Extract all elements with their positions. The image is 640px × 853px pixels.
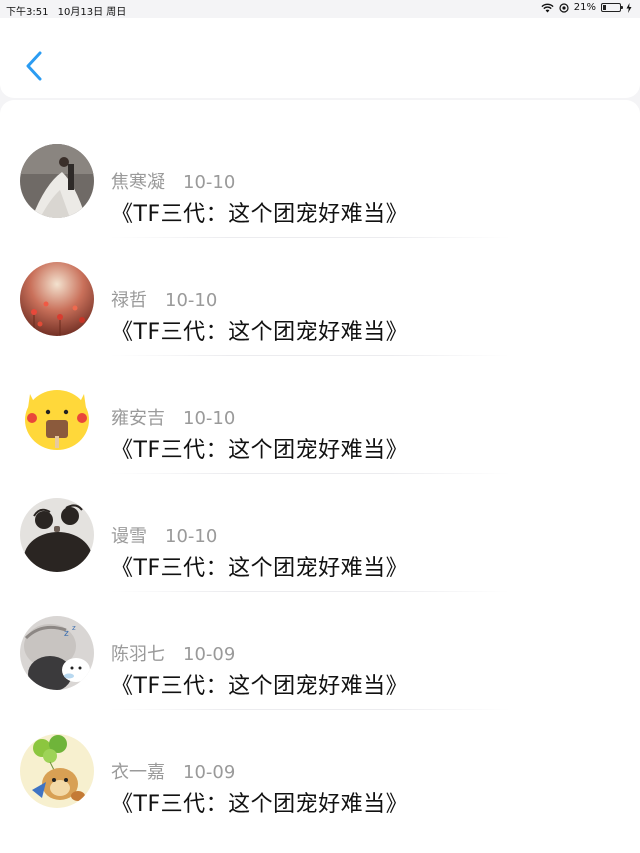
avatar-balloon-cartoon xyxy=(20,734,94,808)
author-name[interactable]: 雍安吉 xyxy=(111,408,165,429)
battery-level xyxy=(603,5,606,10)
work-title[interactable]: 《TF三代：这个团宠好难当》 xyxy=(111,786,408,818)
avatar-bride-photo xyxy=(20,144,94,218)
author-name[interactable]: 陈羽七 xyxy=(111,644,165,665)
avatar-red-flowers xyxy=(20,262,94,336)
avatar-yellow-cartoon xyxy=(20,380,94,454)
avatar[interactable] xyxy=(20,262,94,336)
author-name[interactable]: 焦寒凝 xyxy=(111,172,165,193)
comment-date: 10-10 xyxy=(183,172,236,193)
navigation-bar xyxy=(0,18,640,98)
list-item[interactable]: 谩雪 10-10 《TF三代：这个团宠好难当》 xyxy=(0,474,640,592)
comment-date: 10-09 xyxy=(183,762,236,783)
avatar[interactable] xyxy=(20,380,94,454)
author-name[interactable]: 衣一嘉 xyxy=(111,762,165,783)
comment-meta: 衣一嘉 10-09 xyxy=(111,758,235,784)
comment-meta: 禄哲 10-10 xyxy=(111,286,217,312)
comment-meta: 陈羽七 10-09 xyxy=(111,640,235,666)
comment-date: 10-09 xyxy=(183,644,236,665)
avatar[interactable] xyxy=(20,144,94,218)
list-item[interactable]: 禄哲 10-10 《TF三代：这个团宠好难当》 xyxy=(0,238,640,356)
author-name[interactable]: 禄哲 xyxy=(111,290,147,311)
back-button[interactable] xyxy=(16,46,52,86)
comment-list: 焦寒凝 10-10 《TF三代：这个团宠好难当》 禄哲 10-10 《TF三代：… xyxy=(0,100,640,853)
list-item[interactable]: 雍安吉 10-10 《TF三代：这个团宠好难当》 xyxy=(0,356,640,474)
battery-icon xyxy=(601,3,623,12)
charging-icon xyxy=(626,2,632,13)
author-name[interactable]: 谩雪 xyxy=(111,526,147,547)
avatar[interactable]: z z xyxy=(20,616,94,690)
status-left: 下午3:51 10月13日 周日 xyxy=(6,3,132,18)
comment-meta: 雍安吉 10-10 xyxy=(111,404,235,430)
list-item[interactable]: z z 陈羽七 10-09 《TF三代：这个团宠好难当》 xyxy=(0,592,640,710)
work-title[interactable]: 《TF三代：这个团宠好难当》 xyxy=(111,196,408,228)
location-lock-icon xyxy=(559,2,569,13)
comment-date: 10-10 xyxy=(183,408,236,429)
list-item[interactable]: 焦寒凝 10-10 《TF三代：这个团宠好难当》 xyxy=(0,120,640,238)
work-title[interactable]: 《TF三代：这个团宠好难当》 xyxy=(111,550,408,582)
avatar[interactable] xyxy=(20,734,94,808)
avatar[interactable] xyxy=(20,498,94,572)
list-item[interactable]: 衣一嘉 10-09 《TF三代：这个团宠好难当》 xyxy=(0,710,640,828)
svg-text:z: z xyxy=(72,624,76,632)
avatar-hair-buns xyxy=(20,498,94,572)
battery-percent: 21% xyxy=(573,2,596,13)
svg-text:z: z xyxy=(64,629,69,639)
work-title[interactable]: 《TF三代：这个团宠好难当》 xyxy=(111,432,408,464)
comment-date: 10-10 xyxy=(165,290,218,311)
avatar-sleeping-sticker: z z xyxy=(20,616,94,690)
chevron-left-icon xyxy=(26,51,42,81)
work-title[interactable]: 《TF三代：这个团宠好难当》 xyxy=(111,668,408,700)
comment-meta: 谩雪 10-10 xyxy=(111,522,217,548)
status-bar: 下午3:51 10月13日 周日 21% xyxy=(0,0,640,18)
comment-meta: 焦寒凝 10-10 xyxy=(111,168,235,194)
work-title[interactable]: 《TF三代：这个团宠好难当》 xyxy=(111,314,408,346)
status-date: 10月13日 周日 xyxy=(57,7,127,18)
status-right: 21% xyxy=(541,2,632,13)
comment-date: 10-10 xyxy=(165,526,218,547)
status-time: 下午3:51 xyxy=(6,7,49,18)
wifi-icon xyxy=(541,3,554,12)
